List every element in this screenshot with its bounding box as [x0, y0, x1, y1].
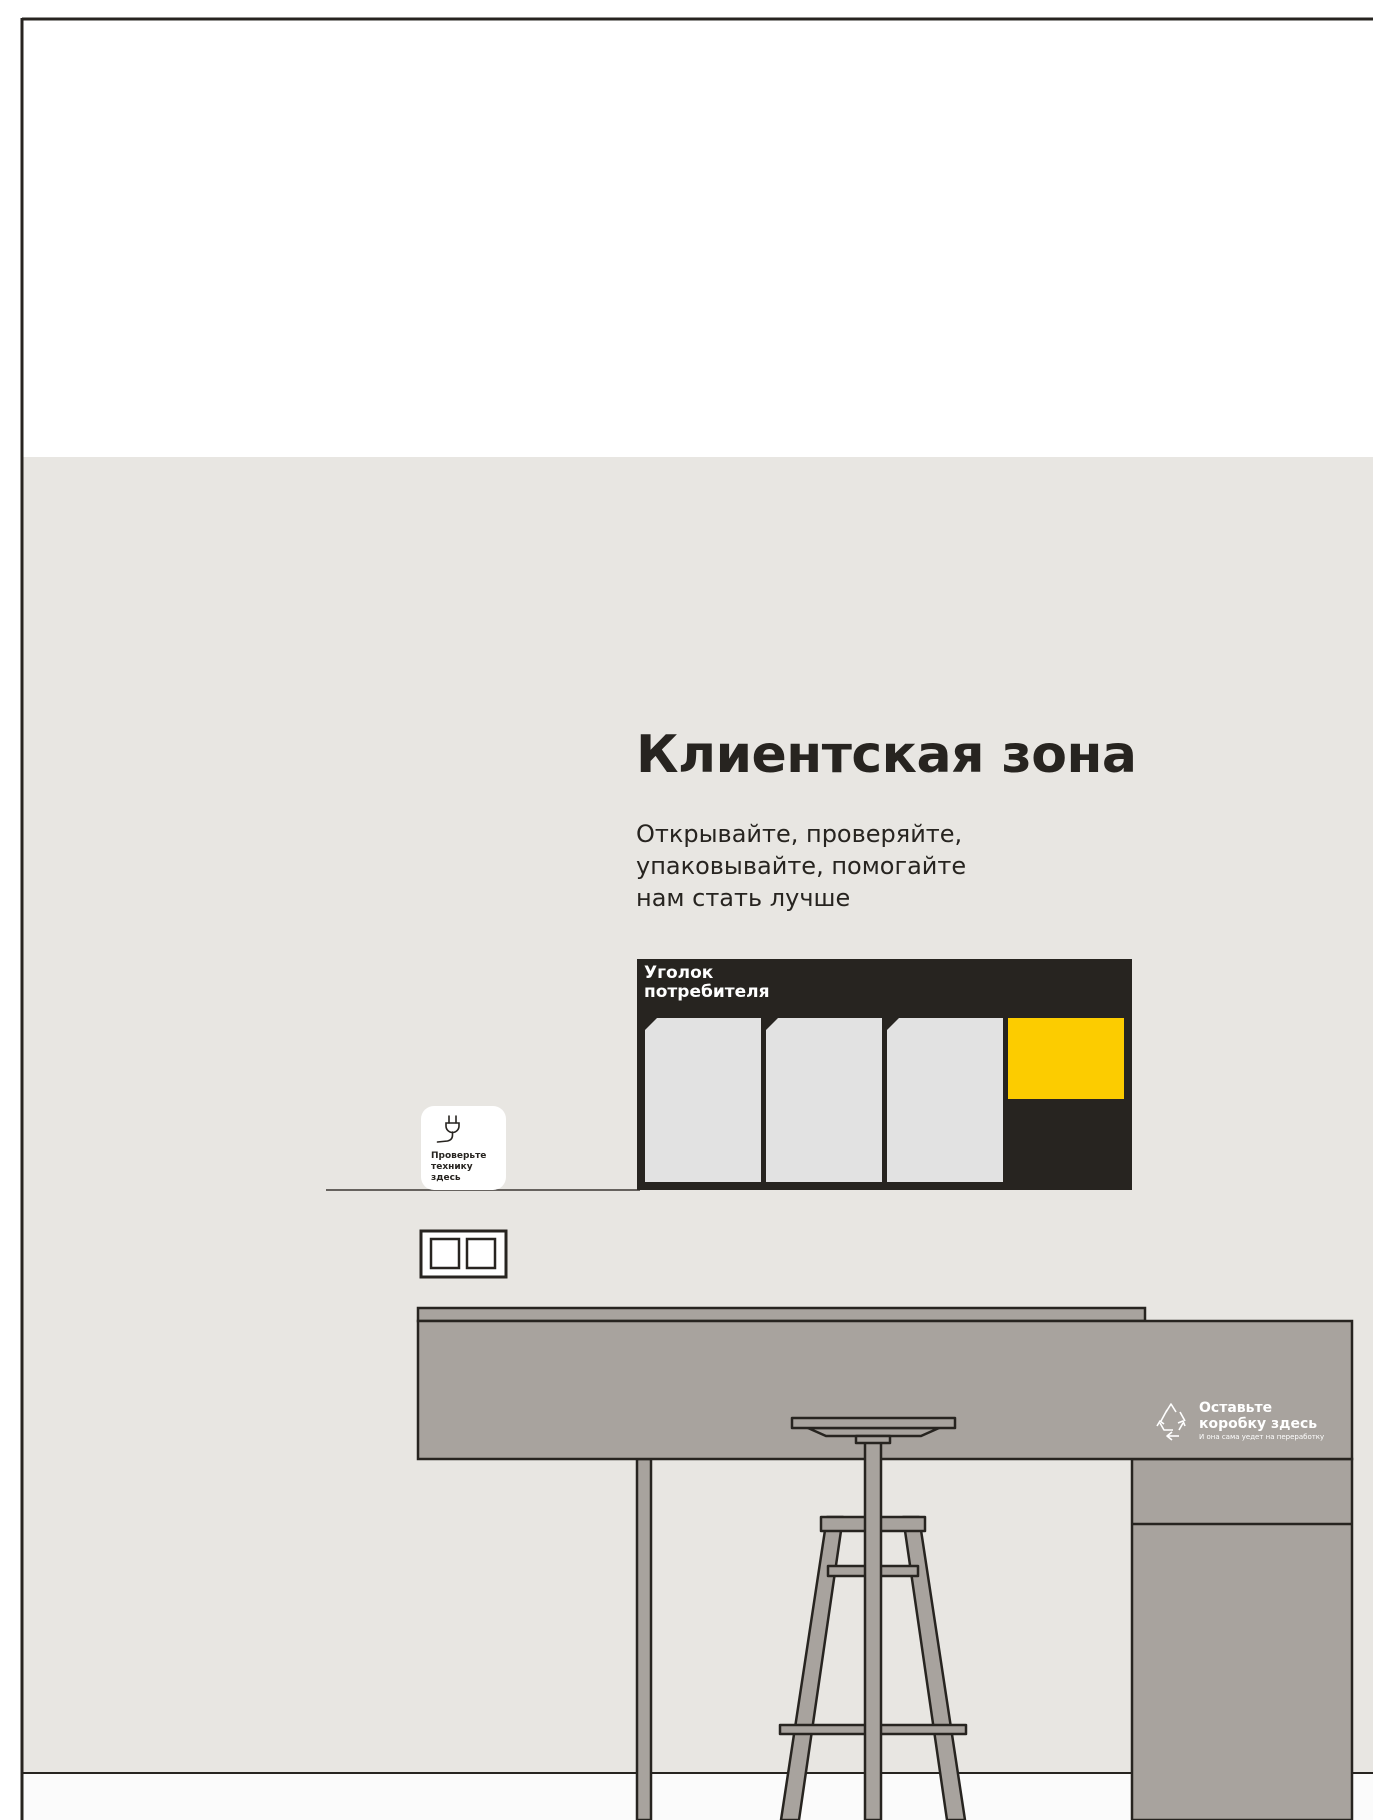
check-sign-label-line: здесь: [431, 1173, 461, 1183]
counter-back-top: [416, 1306, 1147, 1323]
board-sheet-1: [645, 1018, 761, 1182]
zone-subtitle-line: Открывайте, проверяйте,: [636, 820, 963, 848]
consumer-corner-title-line: Уголок: [644, 963, 714, 983]
table-leg: [635, 1457, 653, 1820]
box-sign-title-line: коробку здесь: [1199, 1416, 1318, 1432]
check-sign-label-line: технику: [431, 1162, 473, 1172]
check-sign-label-line: Проверьте: [431, 1151, 487, 1161]
board-sheet-2: [766, 1018, 882, 1182]
zone-subtitle-line: нам стать лучше: [636, 884, 851, 912]
consumer-corner-title-line: потребителя: [644, 982, 770, 1002]
board-sheet-3: [887, 1018, 1003, 1182]
wall-socket: [419, 1229, 508, 1279]
zone-title: Клиентская зона: [636, 725, 1137, 785]
check-sign-label: Проверьте технику здесь: [431, 1151, 486, 1184]
zone-subtitle-line: упаковывайте, помогайте: [636, 852, 967, 880]
cabinet: [1130, 1457, 1354, 1820]
box-sign-title-line: Оставьте: [1199, 1400, 1273, 1416]
board-yellow-block: [1008, 1018, 1124, 1099]
box-sign-note: И она сама уедет на переработку: [1199, 1433, 1325, 1441]
consumer-corner-title: Уголок потребителя: [644, 964, 770, 1002]
box-sign-title: Оставьте коробку здесь: [1199, 1400, 1317, 1432]
zone-subtitle: Открывайте, проверяйте, упаковывайте, по…: [636, 818, 966, 914]
